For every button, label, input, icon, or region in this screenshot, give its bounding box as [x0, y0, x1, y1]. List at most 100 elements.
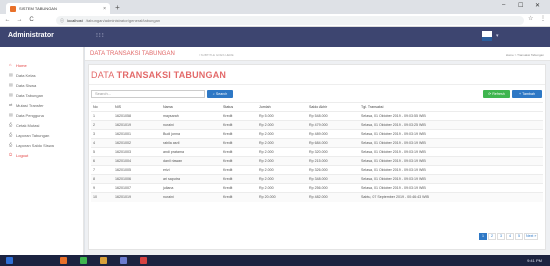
grid-menu-icon[interactable]: ⁝⁝⁝ [96, 32, 105, 39]
table-cell: Selasa, 01 Oktober 2019 - 09:03:19 WIB [359, 174, 543, 184]
avatar[interactable] [482, 31, 492, 41]
column-header[interactable]: Saldo Akhir [307, 102, 359, 112]
refresh-button[interactable]: ⟳ Refresh [483, 90, 510, 98]
page-link-2[interactable]: 2 [488, 233, 496, 240]
sidebar-item-label: Data Pengguna [16, 112, 44, 118]
table-cell: Selasa, 01 Oktober 2019 - 09:03:25 WIB [359, 120, 543, 130]
table-cell: Selasa, 01 Oktober 2019 - 09:03:55 WIB [359, 111, 543, 121]
back-button[interactable]: ← [3, 17, 12, 23]
add-button[interactable]: + Tambah [512, 90, 542, 98]
clock[interactable]: 9:41 PM [527, 258, 542, 263]
list-icon: ▤ [9, 72, 13, 77]
column-header[interactable]: Nama [161, 102, 221, 112]
table-cell: Rp 489.000 [307, 129, 359, 139]
sidebar-item-logout[interactable]: ⏻ Logout [9, 150, 28, 160]
table-row: 4 16201002 rabila asril Kredit Rp 2.000 Rp 68… [91, 138, 543, 148]
transfer-icon: ⇄ [9, 102, 13, 107]
app-icon[interactable] [140, 257, 147, 264]
table-row: 7 16201005 erizi Kredit Rp 2.000 Rp 326.000 Se… [91, 165, 543, 175]
url-host: localhost [67, 18, 83, 23]
brand-title[interactable]: Administrator [8, 32, 54, 39]
page-link-1[interactable]: 1 [479, 233, 487, 240]
table-cell: Rp 256.000 [307, 183, 359, 193]
table-cell: Rp 215.000 [307, 156, 359, 166]
url-field[interactable]: ⓘ localhost/tabungan/administrator/gener… [56, 16, 524, 25]
sidebar-item-data-pengguna[interactable]: ▤ Data Pengguna [9, 110, 44, 120]
table-row: 1 16201058 maysarah Kredit Rp 5.000 Rp 548.00… [91, 111, 543, 121]
search-button[interactable]: ⌕ Search [207, 90, 233, 98]
table-cell: Rp 320.000 [307, 147, 359, 157]
start-icon[interactable] [6, 257, 13, 264]
page-link-5[interactable]: 5 [515, 233, 523, 240]
table-row: 2 16201019 nuraini Kredit Rp 2.000 Rp 479.000… [91, 120, 543, 130]
table-cell: Rp 2.000 [257, 183, 307, 193]
table-cell: Rp 548.000 [307, 111, 359, 121]
sidebar-item-label: Home [16, 62, 27, 68]
table-cell: Selasa, 01 Oktober 2019 - 09:03:19 WIB [359, 138, 543, 148]
table-cell: 16201019 [113, 120, 161, 130]
sidebar-item-laporan-tabungan[interactable]: ⎙ Laporan Tabungan [9, 130, 49, 140]
minimize-button[interactable]: – [502, 2, 505, 8]
divider [89, 84, 545, 85]
search-input[interactable]: Search... [91, 90, 205, 98]
table-header-row: No NIS Nama Status Jumlah Saldo Akhir Tg… [91, 102, 543, 112]
table-cell: andi pratama [161, 147, 221, 157]
app-icon[interactable] [80, 257, 87, 264]
table-cell: erizi [161, 165, 221, 175]
close-window-button[interactable]: ✕ [535, 2, 540, 9]
table-cell: Rp 2.000 [257, 174, 307, 184]
table-cell: Kredit [221, 156, 257, 166]
tab-close-icon[interactable]: × [103, 6, 106, 12]
table-cell: 16201058 [113, 111, 161, 121]
folder-icon[interactable] [100, 257, 107, 264]
chevron-down-icon[interactable]: ▾ [496, 33, 499, 39]
maximize-button[interactable]: ☐ [518, 2, 523, 9]
column-header[interactable]: Tgl. Transaksi [359, 102, 543, 112]
list-icon: ▤ [9, 82, 13, 87]
table-cell: Rp 684.000 [307, 138, 359, 148]
app-icon[interactable] [120, 257, 127, 264]
sidebar-item-data-kelas[interactable]: ▤ Data Kelas [9, 70, 36, 80]
print-icon: ⎙ [9, 122, 13, 127]
info-icon: ⓘ [60, 17, 64, 23]
column-header[interactable]: Jumlah [257, 102, 307, 112]
new-tab-button[interactable]: + [113, 4, 122, 13]
sidebar-item-cetak-mutasi[interactable]: ⎙ Cetak Mutasi [9, 120, 39, 130]
table-cell: nuraini [161, 192, 221, 202]
column-header[interactable]: NIS [113, 102, 161, 112]
sidebar-item-label: Mutasi Transfer [16, 102, 44, 108]
column-header[interactable]: No [91, 102, 113, 112]
sidebar-item-laporan-saldo-siswa[interactable]: ⎙ Laporan Saldo Siswa [9, 140, 54, 150]
table-cell: 2 [91, 120, 113, 130]
table-cell: ari saputra [161, 174, 221, 184]
page-header: DATA TRANSAKSI TABUNGAN / SUBTITLE GOES … [85, 47, 550, 61]
browser-tab[interactable]: SISTEM TABUNGAN × [6, 3, 110, 14]
browser-menu-icon[interactable]: ⋮ [540, 15, 546, 22]
table-cell: Rp 2.000 [257, 120, 307, 130]
table-cell: 16201001 [113, 129, 161, 139]
sidebar-item-mutasi-transfer[interactable]: ⇄ Mutasi Transfer [9, 100, 44, 110]
table-cell: 10 [91, 192, 113, 202]
bookmark-star-icon[interactable]: ☆ [528, 15, 533, 22]
sidebar-item-data-tabungan[interactable]: ▤ Data Tabungan [9, 90, 43, 100]
sidebar-item-data-siswa[interactable]: ▤ Data Siswa [9, 80, 36, 90]
table-cell: 16201019 [113, 192, 161, 202]
next-page-link[interactable]: Next » [524, 233, 539, 240]
page-link-4[interactable]: 4 [506, 233, 514, 240]
column-header[interactable]: Status [221, 102, 257, 112]
table-cell: Selasa, 01 Oktober 2019 - 09:03:19 WIB [359, 129, 543, 139]
list-icon: ▤ [9, 92, 13, 97]
table-cell: Kredit [221, 192, 257, 202]
sidebar-item-home[interactable]: ⌂ Home [9, 60, 27, 70]
page-link-3[interactable]: 3 [497, 233, 505, 240]
tab-title: SISTEM TABUNGAN [19, 6, 57, 11]
browser-app-icon[interactable] [60, 257, 67, 264]
breadcrumb[interactable]: Home > Transaksi Tabungan [506, 53, 544, 57]
forward-button[interactable]: → [15, 17, 24, 23]
table-cell: Kredit [221, 120, 257, 130]
table-cell: Kredit [221, 111, 257, 121]
table-cell: Rp 348.000 [307, 174, 359, 184]
table-cell: Kredit [221, 165, 257, 175]
table-cell: Rp 2.000 [257, 156, 307, 166]
reload-button[interactable]: C [27, 17, 36, 23]
